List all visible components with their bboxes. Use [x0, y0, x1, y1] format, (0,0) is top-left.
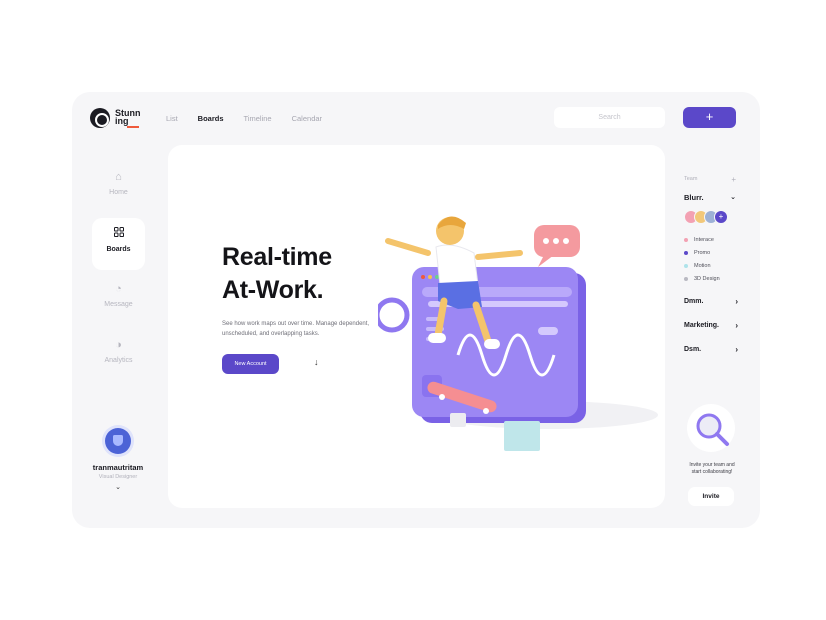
- analytics-icon: ◑: [115, 339, 122, 351]
- hero-title-line1: Real-time: [222, 243, 332, 271]
- message-icon: ◔: [115, 283, 122, 295]
- chevron-right-icon: ›: [735, 345, 738, 354]
- group-label: Dsm.: [684, 346, 702, 353]
- hero-title-line2: At-Work.: [222, 276, 324, 304]
- sidebar-item-label: Home: [109, 189, 128, 196]
- new-account-button[interactable]: New Account: [222, 354, 279, 374]
- sidebar-item-label: Analytics: [104, 357, 133, 364]
- arrow-down-icon[interactable]: ↓: [314, 357, 319, 367]
- chevron-down-icon[interactable]: ⌄: [82, 483, 154, 491]
- sidebar-item-message[interactable]: ◔ Message: [92, 274, 145, 326]
- search-input[interactable]: Search: [554, 107, 665, 128]
- nav-tab-calendar[interactable]: Calendar: [292, 114, 322, 123]
- tag-label: 3D Design: [694, 275, 720, 282]
- group-dmm[interactable]: Dmm. ›: [684, 297, 738, 306]
- tag-dot-icon: [684, 250, 688, 255]
- logo-text-line2: ing: [115, 115, 129, 126]
- team-name: Blurr.: [684, 193, 704, 202]
- add-member-button[interactable]: +: [714, 210, 728, 224]
- tag-dot-icon: [684, 263, 688, 268]
- team-members: +: [684, 210, 728, 224]
- invite-card: Invite your team and start collaborating…: [684, 404, 738, 508]
- logo-underline: [127, 125, 139, 128]
- logo[interactable]: Stunn ing: [90, 108, 143, 128]
- add-button[interactable]: +: [683, 107, 736, 128]
- hero-title: Real-time At-Work.: [222, 241, 332, 307]
- tag-dot-icon: [684, 237, 688, 242]
- home-icon: ⌂: [115, 171, 122, 183]
- sidebar-item-boards[interactable]: Boards: [92, 218, 145, 270]
- tag-item[interactable]: Interace: [684, 233, 720, 246]
- tag-item[interactable]: 3D Design: [684, 272, 720, 285]
- avatar: [105, 428, 131, 454]
- tag-item[interactable]: Motion: [684, 259, 720, 272]
- chevron-right-icon: ›: [735, 321, 738, 330]
- grid-icon: [92, 227, 145, 240]
- tag-dot-icon: [684, 276, 688, 281]
- tag-label: Promo: [694, 249, 711, 256]
- group-dsm[interactable]: Dsm. ›: [684, 345, 738, 354]
- sidebar-item-home[interactable]: ⌂ Home: [92, 162, 145, 214]
- top-nav: List Boards Timeline Calendar: [166, 114, 322, 123]
- sidebar-item-label: Message: [104, 301, 133, 308]
- tag-label: Motion: [694, 262, 711, 269]
- group-label: Marketing.: [684, 322, 720, 329]
- hero-card: Real-time At-Work. See how work maps out…: [168, 145, 665, 508]
- nav-tab-timeline[interactable]: Timeline: [244, 114, 272, 123]
- team-tags: Interace Promo Motion 3D Design: [684, 233, 720, 285]
- chevron-right-icon: ›: [735, 297, 738, 306]
- chevron-down-icon[interactable]: ⌄: [730, 193, 736, 201]
- magnifier-icon: [687, 404, 735, 452]
- app-window: Stunn ing List Boards Timeline Calendar …: [72, 92, 760, 528]
- nav-tab-boards[interactable]: Boards: [198, 114, 224, 123]
- tag-label: Interace: [694, 236, 714, 243]
- add-team-icon[interactable]: +: [731, 175, 736, 184]
- profile-name: tranmautritam: [92, 463, 144, 472]
- logo-mark-icon: [90, 108, 110, 128]
- sidebar-item-analytics[interactable]: ◑ Analytics: [92, 330, 145, 382]
- team-blurr[interactable]: Blurr. ⌄: [684, 193, 736, 202]
- user-profile[interactable]: tranmautritam Visual Designer ⌄: [82, 428, 154, 491]
- group-marketing[interactable]: Marketing. ›: [684, 321, 738, 330]
- skater-illustration: [378, 216, 658, 451]
- group-label: Dmm.: [684, 298, 704, 305]
- team-section-header: Team +: [684, 175, 736, 184]
- hero-description: See how work maps out over time. Manage …: [222, 321, 370, 337]
- team-header-label: Team: [684, 176, 698, 182]
- sidebar-item-label: Boards: [106, 246, 131, 253]
- nav-tab-list[interactable]: List: [166, 114, 178, 123]
- profile-role: Visual Designer: [98, 474, 138, 480]
- invite-text: Invite your team and start collaborating…: [689, 462, 735, 475]
- invite-button[interactable]: Invite: [688, 487, 734, 506]
- tag-item[interactable]: Promo: [684, 246, 720, 259]
